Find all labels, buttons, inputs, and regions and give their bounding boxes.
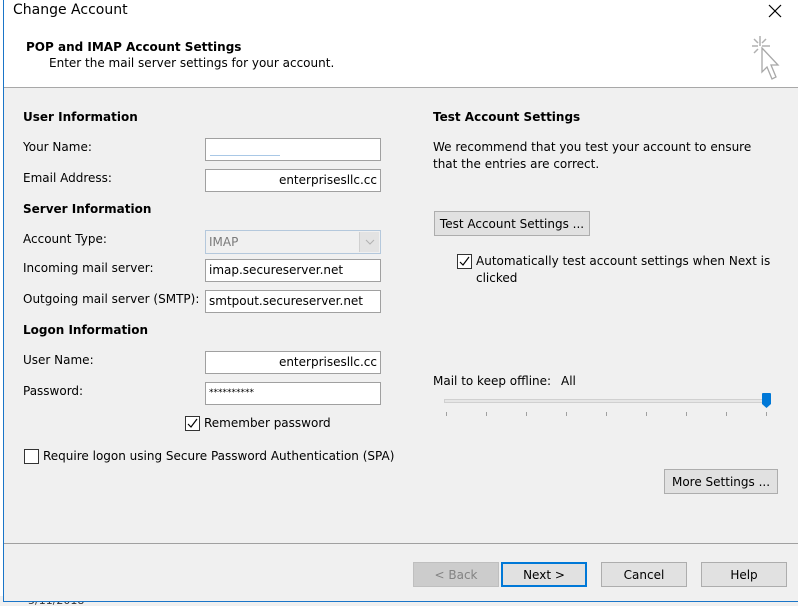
- redacted-text-mark: [210, 155, 280, 156]
- footer-divider: [4, 543, 798, 544]
- close-button[interactable]: [760, 0, 790, 22]
- account-type-select: IMAP: [205, 230, 381, 254]
- test-account-settings-button[interactable]: Test Account Settings ...: [434, 211, 590, 236]
- dropdown-arrow: [359, 232, 379, 252]
- more-settings-button[interactable]: More Settings ...: [664, 469, 778, 494]
- chevron-down-icon: [365, 239, 374, 245]
- slider-tick: [566, 412, 567, 416]
- wizard-cursor-icon: [752, 36, 780, 80]
- incoming-server-label: Incoming mail server:: [23, 261, 154, 275]
- slider-tick: [766, 412, 767, 416]
- page-title: POP and IMAP Account Settings: [26, 40, 242, 54]
- email-address-input[interactable]: enterprisesllc.cc: [205, 169, 381, 192]
- password-label: Password:: [23, 384, 84, 398]
- auto-test-label: Automatically test account settings when…: [476, 254, 771, 285]
- outgoing-server-value: smtpout.secureserver.net: [209, 294, 364, 308]
- user-name-label: User Name:: [23, 353, 94, 367]
- slider-tick: [646, 412, 647, 416]
- dialog-header: Change Account POP and IMAP Account Sett…: [4, 0, 798, 88]
- password-value: **********: [209, 388, 254, 398]
- spa-label: Require logon using Secure Password Auth…: [43, 449, 395, 463]
- checkmark-icon: [459, 256, 470, 266]
- server-information-heading: Server Information: [23, 202, 152, 216]
- slider-tick: [606, 412, 607, 416]
- slider-tick: [486, 412, 487, 416]
- mail-offline-slider-thumb[interactable]: [762, 393, 771, 408]
- back-button[interactable]: < Back: [413, 562, 499, 587]
- spa-checkbox[interactable]: [24, 449, 39, 464]
- incoming-server-input[interactable]: imap.secureserver.net: [205, 259, 381, 282]
- slider-tick: [526, 412, 527, 416]
- slider-tick: [726, 412, 727, 416]
- help-button[interactable]: Help: [701, 562, 787, 587]
- user-information-heading: User Information: [23, 110, 138, 124]
- test-description: We recommend that you test your account …: [433, 140, 752, 171]
- page-subtitle: Enter the mail server settings for your …: [49, 56, 335, 70]
- next-button[interactable]: Next >: [501, 562, 587, 587]
- logon-information-heading: Logon Information: [23, 323, 149, 337]
- your-name-label: Your Name:: [23, 140, 92, 154]
- email-address-label: Email Address:: [23, 171, 112, 185]
- change-account-dialog: Change Account POP and IMAP Account Sett…: [3, 0, 798, 602]
- mail-offline-label: Mail to keep offline:: [433, 374, 552, 388]
- auto-test-checkbox[interactable]: [457, 254, 472, 269]
- user-name-input[interactable]: enterprisesllc.cc: [205, 351, 381, 374]
- account-type-label: Account Type:: [23, 232, 107, 246]
- user-name-value: enterprisesllc.cc: [278, 355, 377, 369]
- password-input[interactable]: **********: [205, 382, 381, 405]
- remember-password-checkbox[interactable]: [185, 416, 200, 431]
- cancel-button[interactable]: Cancel: [601, 562, 687, 587]
- outgoing-server-label: Outgoing mail server (SMTP):: [23, 292, 200, 306]
- email-address-value: enterprisesllc.cc: [278, 173, 377, 187]
- mail-offline-slider-track[interactable]: [444, 399, 770, 403]
- mail-offline-value: All: [561, 374, 576, 388]
- checkmark-icon: [187, 418, 198, 428]
- remember-password-label: Remember password: [204, 416, 331, 430]
- slider-tick: [686, 412, 687, 416]
- account-type-value: IMAP: [209, 235, 239, 249]
- close-icon: [768, 4, 782, 18]
- your-name-input[interactable]: [205, 138, 381, 161]
- incoming-server-value: imap.secureserver.net: [209, 263, 344, 277]
- test-account-settings-heading: Test Account Settings: [433, 110, 581, 124]
- window-title: Change Account: [13, 2, 128, 18]
- outgoing-server-input[interactable]: smtpout.secureserver.net: [205, 290, 381, 313]
- slider-tick: [446, 412, 447, 416]
